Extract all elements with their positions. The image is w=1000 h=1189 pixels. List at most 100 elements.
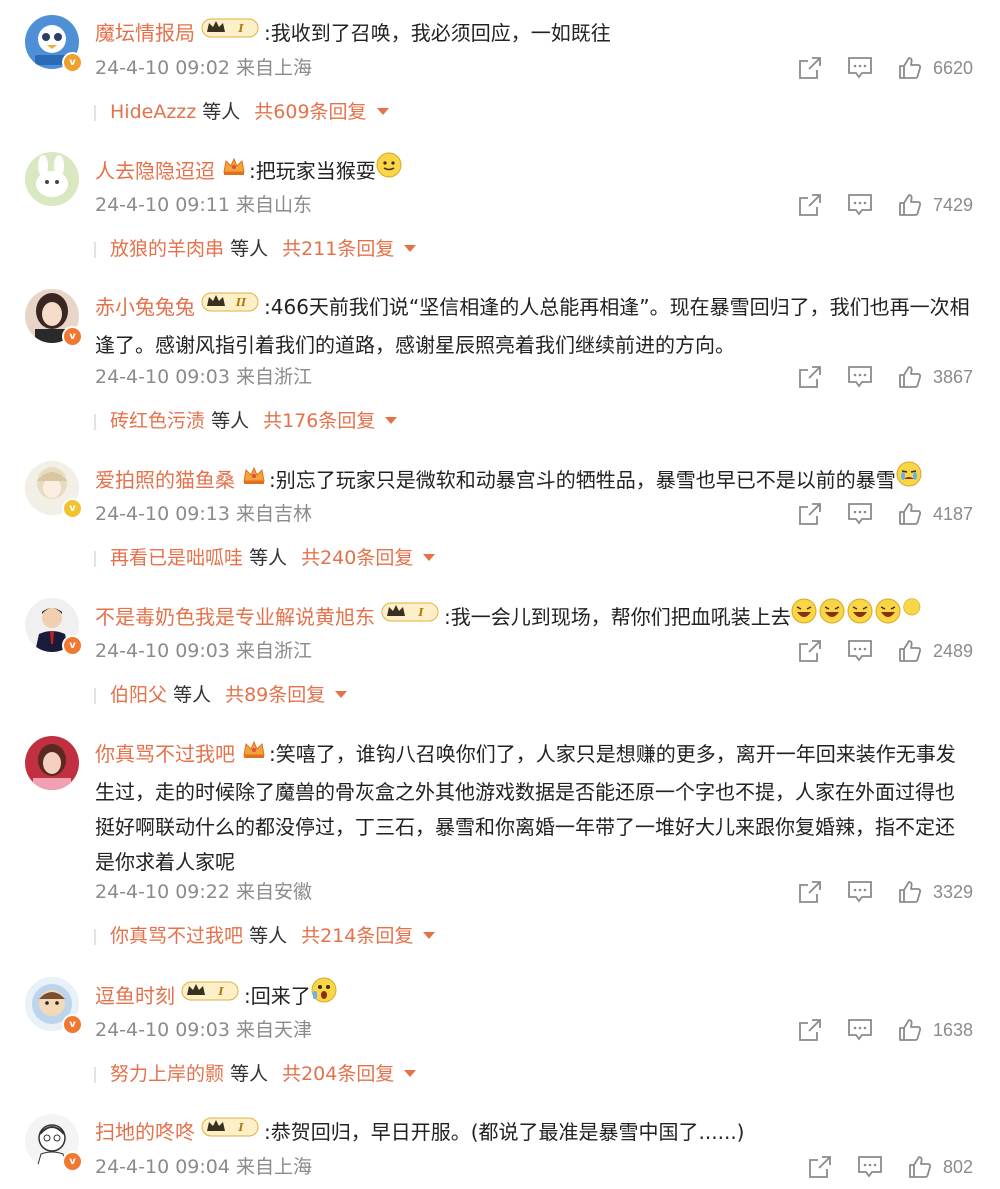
reply-summary[interactable]: 你真骂不过我吧 等人 共214条回复 bbox=[93, 921, 436, 951]
comment-icon[interactable] bbox=[847, 55, 873, 81]
like-button[interactable]: 7429 bbox=[897, 192, 973, 218]
comment-icon[interactable] bbox=[847, 1017, 873, 1043]
reply-user[interactable]: 再看已是咄呱哇 bbox=[110, 547, 243, 569]
avatar[interactable] bbox=[25, 152, 79, 206]
like-count: 3867 bbox=[932, 366, 973, 387]
caret-down-icon[interactable] bbox=[423, 931, 436, 939]
rank-level: I bbox=[217, 985, 224, 998]
comment-meta: 24-4-10 09:03 来自天津 1638 bbox=[95, 1015, 973, 1045]
thumbs-up-icon bbox=[897, 364, 923, 390]
caret-down-icon[interactable] bbox=[385, 416, 398, 424]
like-button[interactable]: 1638 bbox=[897, 1017, 973, 1043]
comment-meta: 24-4-10 09:03 来自浙江 3867 bbox=[95, 362, 973, 392]
share-icon[interactable] bbox=[797, 638, 823, 664]
caret-down-icon[interactable] bbox=[404, 244, 417, 252]
comment-location: 来自浙江 bbox=[236, 366, 313, 388]
like-button[interactable]: 6620 bbox=[897, 55, 973, 81]
like-count: 2489 bbox=[932, 640, 973, 661]
comment-content: :我收到了召唤，我必须回应，一如既往 bbox=[264, 21, 611, 45]
share-icon[interactable] bbox=[797, 55, 823, 81]
reply-mid: 等人 bbox=[230, 238, 269, 260]
rank-level: I bbox=[417, 606, 424, 619]
caret-down-icon[interactable] bbox=[335, 690, 348, 698]
reply-summary[interactable]: 砖红色污渍 等人 共176条回复 bbox=[93, 406, 398, 436]
share-icon[interactable] bbox=[797, 1017, 823, 1043]
username-link[interactable]: 扫地的咚咚 bbox=[95, 1120, 195, 1144]
rank-level: I bbox=[237, 1121, 244, 1134]
thumbs-up-icon bbox=[897, 501, 923, 527]
reply-user[interactable]: 砖红色污渍 bbox=[110, 410, 205, 432]
like-button[interactable]: 4187 bbox=[897, 501, 973, 527]
comment-time: 24-4-10 09:02 bbox=[95, 57, 230, 79]
reply-total[interactable]: 共211条回复 bbox=[282, 238, 394, 260]
comment-icon[interactable] bbox=[847, 501, 873, 527]
reply-summary[interactable]: 放狼的羊肉串 等人 共211条回复 bbox=[93, 234, 417, 264]
username-link[interactable]: 人去隐隐迢迢 bbox=[95, 159, 215, 183]
rank-badge-icon: II bbox=[201, 289, 261, 324]
username-link[interactable]: 魔坛情报局 bbox=[95, 21, 195, 45]
username-link[interactable]: 你真骂不过我吧 bbox=[95, 742, 235, 766]
like-button[interactable]: 2489 bbox=[897, 638, 973, 664]
reply-mid: 等人 bbox=[249, 925, 288, 947]
username-link[interactable]: 逗鱼时刻 bbox=[95, 984, 175, 1008]
reply-user[interactable]: 伯阳父 bbox=[110, 684, 167, 706]
comment-icon[interactable] bbox=[857, 1154, 883, 1180]
comment-meta: 24-4-10 09:11 来自山东 7429 bbox=[95, 190, 973, 220]
comment-location: 来自安徽 bbox=[236, 881, 313, 903]
like-button[interactable]: 3867 bbox=[897, 364, 973, 390]
comment-text: 扫地的咚咚 I :恭贺回归，早日开服。(都说了最准是暴雪中国了......) bbox=[95, 1114, 970, 1153]
comment-content: :恭贺回归，早日开服。(都说了最准是暴雪中国了......) bbox=[264, 1120, 745, 1144]
comment-meta: 24-4-10 09:03 来自浙江 2489 bbox=[95, 636, 973, 666]
comment-meta: 24-4-10 09:02 来自上海 6620 bbox=[95, 53, 973, 83]
reply-user[interactable]: 你真骂不过我吧 bbox=[110, 925, 243, 947]
username-link[interactable]: 赤小兔兔兔 bbox=[95, 295, 195, 319]
share-icon[interactable] bbox=[797, 879, 823, 905]
verified-badge: v bbox=[62, 1151, 83, 1172]
comment-icon[interactable] bbox=[847, 638, 873, 664]
like-button[interactable]: 802 bbox=[907, 1154, 973, 1180]
reply-summary[interactable]: 再看已是咄呱哇 等人 共240条回复 bbox=[93, 543, 436, 573]
reply-mid: 等人 bbox=[211, 410, 250, 432]
reply-mid: 等人 bbox=[202, 101, 241, 123]
reply-user[interactable]: HideAzzz bbox=[110, 101, 196, 123]
username-link[interactable]: 不是毒奶色我是专业解说黄旭东 bbox=[95, 605, 375, 629]
reply-total[interactable]: 共214条回复 bbox=[301, 925, 413, 947]
like-count: 4187 bbox=[932, 503, 973, 524]
comment-icon[interactable] bbox=[847, 192, 873, 218]
caret-down-icon[interactable] bbox=[404, 1069, 417, 1077]
reply-user[interactable]: 放狼的羊肉串 bbox=[110, 238, 224, 260]
reply-summary[interactable]: 伯阳父 等人 共89条回复 bbox=[93, 680, 348, 710]
caret-down-icon[interactable] bbox=[376, 107, 389, 115]
reply-total[interactable]: 共89条回复 bbox=[225, 684, 325, 706]
surprised-emoji-icon bbox=[311, 977, 337, 1014]
reply-total[interactable]: 共609条回复 bbox=[254, 101, 366, 123]
reply-summary[interactable]: 努力上岸的颢 等人 共204条回复 bbox=[93, 1059, 417, 1089]
comment-time: 24-4-10 09:03 bbox=[95, 640, 230, 662]
comment-text: 赤小兔兔兔 II:466天前我们说“坚信相逢的人总能再相逢”。现在暴雪回归了，我们… bbox=[95, 289, 970, 363]
like-count: 6620 bbox=[932, 57, 973, 78]
thumbs-up-icon bbox=[897, 638, 923, 664]
avatar[interactable] bbox=[25, 736, 79, 790]
comment-icon[interactable] bbox=[847, 879, 873, 905]
like-button[interactable]: 3329 bbox=[897, 879, 973, 905]
comment-content: :回来了 bbox=[244, 984, 311, 1008]
comment-content: :把玩家当猴耍 bbox=[249, 159, 376, 183]
smile-emoji-icon bbox=[376, 152, 402, 189]
reply-total[interactable]: 共204条回复 bbox=[282, 1063, 394, 1085]
comment-icon[interactable] bbox=[847, 364, 873, 390]
share-icon[interactable] bbox=[797, 192, 823, 218]
share-icon[interactable] bbox=[807, 1154, 833, 1180]
share-icon[interactable] bbox=[797, 501, 823, 527]
reply-user[interactable]: 努力上岸的颢 bbox=[110, 1063, 224, 1085]
username-link[interactable]: 爱拍照的猫鱼桑 bbox=[95, 468, 235, 492]
caret-down-icon[interactable] bbox=[423, 553, 436, 561]
reply-summary[interactable]: HideAzzz 等人 共609条回复 bbox=[94, 97, 389, 127]
comment-time: 24-4-10 09:13 bbox=[95, 503, 230, 525]
rank-level: I bbox=[237, 22, 244, 35]
comment-meta: 24-4-10 09:04 来自上海 802 bbox=[95, 1152, 973, 1182]
reply-total[interactable]: 共240条回复 bbox=[301, 547, 413, 569]
reply-total[interactable]: 共176条回复 bbox=[263, 410, 375, 432]
share-icon[interactable] bbox=[797, 364, 823, 390]
verified-badge: v bbox=[62, 52, 83, 73]
rank-badge-icon: I bbox=[201, 1114, 261, 1149]
